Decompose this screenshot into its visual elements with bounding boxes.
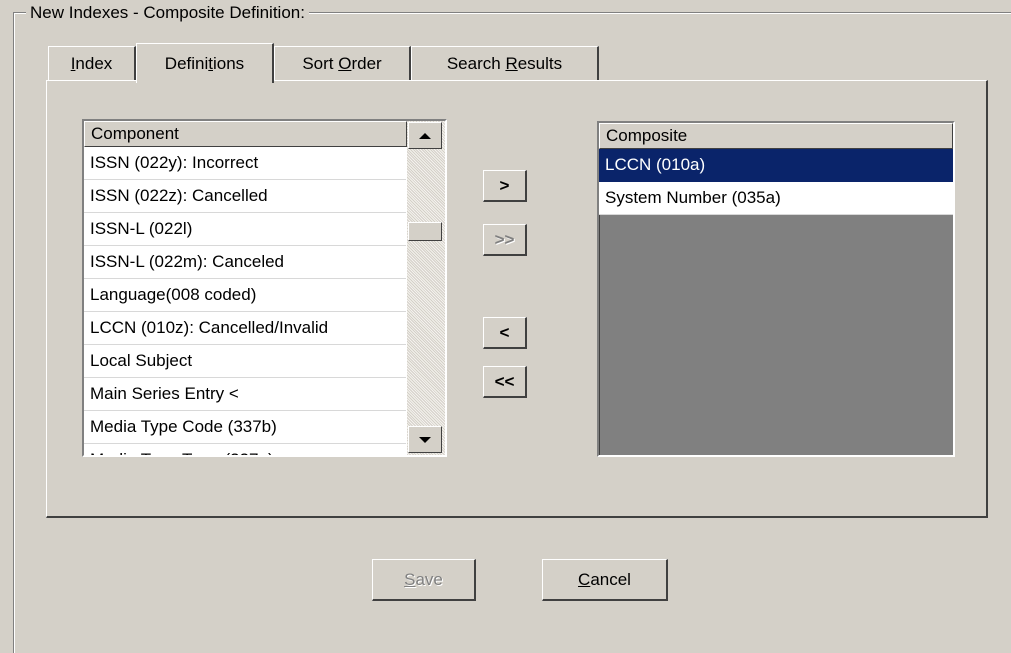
list-item[interactable]: ISSN (022z): Cancelled xyxy=(84,180,406,213)
tab-sort-order[interactable]: Sort Order xyxy=(274,46,411,80)
scroll-thumb[interactable] xyxy=(408,222,442,241)
tab-index-label: Index xyxy=(70,53,113,73)
tab-index[interactable]: Index xyxy=(48,46,136,80)
arrow-up-icon xyxy=(419,132,431,139)
save-button-label: Save xyxy=(404,569,443,589)
tab-sort-order-label: Sort Order xyxy=(302,53,382,73)
scroll-up-button[interactable] xyxy=(408,122,442,149)
list-item[interactable]: Main Series Entry < xyxy=(84,378,406,411)
composite-column-header[interactable]: Composite xyxy=(599,123,953,149)
list-item[interactable]: ISSN-L (022l) xyxy=(84,213,406,246)
tab-definitions-label: Definitions xyxy=(164,53,245,73)
list-item[interactable]: Language(008 coded) xyxy=(84,279,406,312)
list-item[interactable]: Media Type Code (337b) xyxy=(84,411,406,444)
component-scrollbar[interactable] xyxy=(407,121,445,455)
remove-one-button[interactable]: < xyxy=(483,317,527,349)
composite-listbox[interactable]: Composite LCCN (010a) System Number (035… xyxy=(597,121,955,457)
list-item-selected[interactable]: LCCN (010a) xyxy=(599,149,953,182)
list-item[interactable]: ISSN (022y): Incorrect xyxy=(84,147,406,180)
save-button[interactable]: Save xyxy=(372,559,476,601)
list-item[interactable]: LCCN (010z): Cancelled/Invalid xyxy=(84,312,406,345)
list-item[interactable]: Local Subject xyxy=(84,345,406,378)
add-one-button[interactable]: > xyxy=(483,170,527,202)
add-all-button[interactable]: >> xyxy=(483,224,527,256)
arrow-down-icon xyxy=(419,436,431,443)
group-title: New Indexes - Composite Definition: xyxy=(26,3,309,23)
definitions-panel: Component ISSN (022y): Incorrect ISSN (0… xyxy=(46,80,988,518)
cancel-button[interactable]: Cancel xyxy=(542,559,668,601)
tab-definitions[interactable]: Definitions xyxy=(136,43,274,83)
component-column-header[interactable]: Component xyxy=(84,121,407,147)
tab-search-results-label: Search Results xyxy=(446,53,563,73)
component-listbox[interactable]: Component ISSN (022y): Incorrect ISSN (0… xyxy=(82,119,447,457)
list-item[interactable]: ISSN-L (022m): Canceled xyxy=(84,246,406,279)
tab-search-results[interactable]: Search Results xyxy=(411,46,599,80)
remove-all-button[interactable]: << xyxy=(483,366,527,398)
list-item[interactable]: Media Type Term (337a) xyxy=(84,444,406,455)
cancel-button-label: Cancel xyxy=(578,569,631,589)
scroll-down-button[interactable] xyxy=(408,426,442,453)
list-item[interactable]: System Number (035a) xyxy=(599,182,953,215)
